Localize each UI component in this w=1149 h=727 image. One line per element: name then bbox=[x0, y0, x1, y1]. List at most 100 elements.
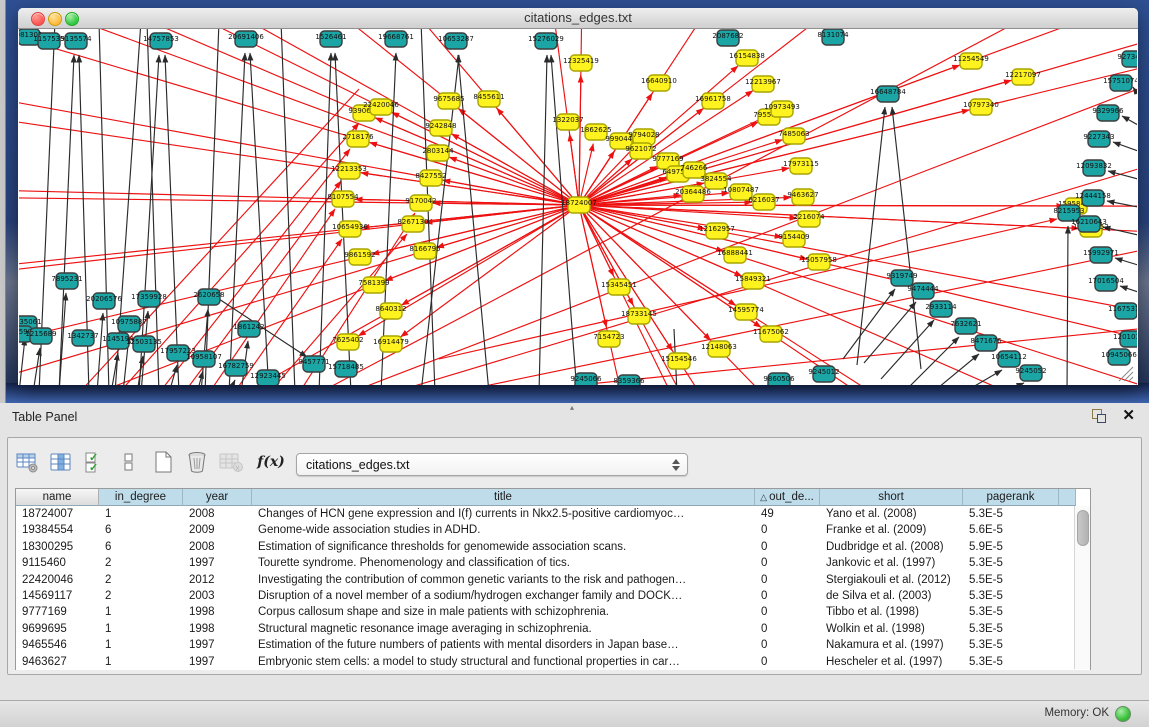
memory-ok-indicator[interactable] bbox=[1115, 706, 1131, 722]
node-label: 11675062 bbox=[753, 328, 789, 336]
network-edge[interactable] bbox=[857, 107, 885, 365]
select-columns-icon[interactable] bbox=[46, 447, 76, 477]
canvas-resize-grip[interactable] bbox=[1119, 367, 1133, 381]
network-edge[interactable] bbox=[579, 205, 673, 351]
network-edge[interactable] bbox=[205, 29, 219, 385]
table-row[interactable]: 946554611997Estimation of the future num… bbox=[16, 637, 1090, 653]
network-edge[interactable] bbox=[99, 29, 109, 385]
network-edge[interactable] bbox=[1113, 142, 1137, 151]
node-label: 10807487 bbox=[723, 186, 759, 194]
new-column-icon[interactable] bbox=[148, 447, 178, 477]
delete-column-icon[interactable] bbox=[182, 447, 212, 477]
network-edge[interactable] bbox=[19, 338, 25, 385]
column-header-name[interactable]: name bbox=[16, 489, 99, 506]
node-label: 9227343 bbox=[1083, 133, 1114, 141]
table-cell: Jankovic et al. (1997) bbox=[820, 555, 963, 571]
network-graph[interactable]: 1872400793906112242004627181761221335381… bbox=[19, 29, 1137, 385]
table-row[interactable]: 1830029562008Estimation of significance … bbox=[16, 539, 1090, 555]
table-select-value: citations_edges.txt bbox=[306, 458, 410, 472]
node-label: 2216074 bbox=[793, 213, 825, 221]
node-label: 12923445 bbox=[250, 372, 286, 380]
close-panel-icon[interactable]: ✕ bbox=[1122, 406, 1135, 424]
delete-table-icon[interactable]: x bbox=[216, 447, 246, 477]
column-header-title[interactable]: title bbox=[252, 489, 755, 506]
network-edge[interactable] bbox=[443, 180, 579, 205]
function-builder-icon[interactable]: f(x) bbox=[256, 447, 286, 477]
network-edge[interactable] bbox=[551, 55, 577, 385]
table-cell: 5.3E-5 bbox=[963, 654, 1059, 670]
window-titlebar[interactable]: citations_edges.txt bbox=[18, 8, 1138, 29]
network-view-canvas[interactable]: 1872400793906112242004627181761221335381… bbox=[19, 29, 1137, 385]
table-row[interactable]: 969969511998Structural magnetic resonanc… bbox=[16, 621, 1090, 637]
float-panel-icon[interactable] bbox=[1091, 409, 1107, 423]
node-label: 1342737 bbox=[67, 332, 98, 340]
table-row[interactable]: 977716911998Corpus callosum shape and si… bbox=[16, 604, 1090, 620]
splitter-drag-handle[interactable]: ▴ bbox=[570, 403, 574, 412]
column-header-short[interactable]: short bbox=[820, 489, 963, 506]
node-label: 14595774 bbox=[728, 306, 764, 314]
node-label: 1335061 bbox=[19, 318, 42, 326]
table-row[interactable]: 911546021997Tourette syndrome. Phenomeno… bbox=[16, 555, 1090, 571]
network-edge[interactable] bbox=[579, 205, 742, 276]
network-edge[interactable] bbox=[579, 205, 606, 327]
table-row[interactable]: 946362711997Embryonic stem cells: a mode… bbox=[16, 654, 1090, 670]
network-window[interactable]: citations_edges.txt 18724007939061122420… bbox=[18, 8, 1138, 385]
table-settings-icon[interactable] bbox=[12, 447, 42, 477]
table-cell: Disruption of a novel member of a sodium… bbox=[252, 588, 755, 604]
table-cell: 1 bbox=[99, 604, 183, 620]
table-cell: 5.3E-5 bbox=[963, 555, 1059, 571]
table-row[interactable]: 1456911722003Disruption of a novel membe… bbox=[16, 588, 1090, 604]
clear-selection-icon[interactable] bbox=[114, 447, 144, 477]
network-edge[interactable] bbox=[579, 205, 929, 385]
node-label: 8455611 bbox=[473, 93, 504, 101]
network-edge[interactable] bbox=[1108, 171, 1137, 179]
table-row[interactable]: 1938455462009Genome-wide association stu… bbox=[16, 522, 1090, 538]
node-label: 12148063 bbox=[701, 343, 737, 351]
column-header-in_degree[interactable]: in_degree bbox=[99, 489, 183, 506]
network-edge[interactable] bbox=[927, 354, 979, 385]
network-edge[interactable] bbox=[319, 53, 331, 385]
network-edge[interactable] bbox=[369, 142, 579, 205]
table-cell: 5.6E-5 bbox=[963, 522, 1059, 538]
node-label: 2803144 bbox=[422, 147, 454, 155]
table-cell: 0 bbox=[755, 654, 820, 670]
network-edge[interactable] bbox=[907, 337, 959, 385]
node-label: 12213353 bbox=[331, 165, 367, 173]
table-select-dropdown[interactable]: citations_edges.txt bbox=[296, 453, 688, 476]
column-header-pagerank[interactable]: pagerank bbox=[963, 489, 1059, 506]
node-label: 18724007 bbox=[561, 199, 597, 207]
network-edge[interactable] bbox=[1115, 258, 1137, 265]
node-label: 17973115 bbox=[783, 160, 819, 168]
network-edge[interactable] bbox=[1122, 116, 1137, 125]
select-all-icon[interactable]: ✓✓ bbox=[80, 447, 110, 477]
node-label: 1322037 bbox=[552, 116, 583, 124]
node-label: 10653287 bbox=[438, 35, 474, 43]
column-header-out_de[interactable]: △out_de... bbox=[755, 489, 820, 506]
scrollbar-thumb[interactable] bbox=[1077, 510, 1089, 546]
node-label: 8427552 bbox=[415, 172, 446, 180]
network-edge[interactable] bbox=[579, 205, 1064, 206]
table-cell: Dudbridge et al. (2008) bbox=[820, 539, 963, 555]
node-label: 9154409 bbox=[778, 233, 809, 241]
table-cell: de Silva et al. (2003) bbox=[820, 588, 963, 604]
vertical-scrollbar[interactable] bbox=[1074, 506, 1090, 669]
node-label: 10945066 bbox=[1101, 351, 1137, 359]
table-row[interactable]: 1872400712008Changes of HCN gene express… bbox=[16, 506, 1090, 522]
network-edge[interactable] bbox=[1120, 286, 1137, 292]
network-edge[interactable] bbox=[579, 205, 807, 259]
network-edge[interactable] bbox=[892, 107, 921, 369]
table-row[interactable]: 2242004622012Investigating the contribut… bbox=[16, 572, 1090, 588]
network-edge[interactable] bbox=[436, 205, 579, 248]
cytoscape-app: citations_edges.txt 18724007939061122420… bbox=[0, 0, 1149, 727]
table-cell: 2 bbox=[99, 572, 183, 588]
network-edge[interactable] bbox=[375, 118, 579, 205]
table-cell: 18300295 bbox=[16, 539, 99, 555]
network-edge[interactable] bbox=[579, 75, 581, 205]
node-label: 9273415 bbox=[1117, 53, 1137, 61]
node-label: 8131074 bbox=[817, 31, 849, 39]
network-edge[interactable] bbox=[570, 134, 579, 205]
node-label: 22420046 bbox=[363, 101, 399, 109]
network-edge[interactable] bbox=[165, 55, 179, 385]
node-label: 11675318 bbox=[1108, 305, 1137, 313]
column-header-year[interactable]: year bbox=[183, 489, 252, 506]
